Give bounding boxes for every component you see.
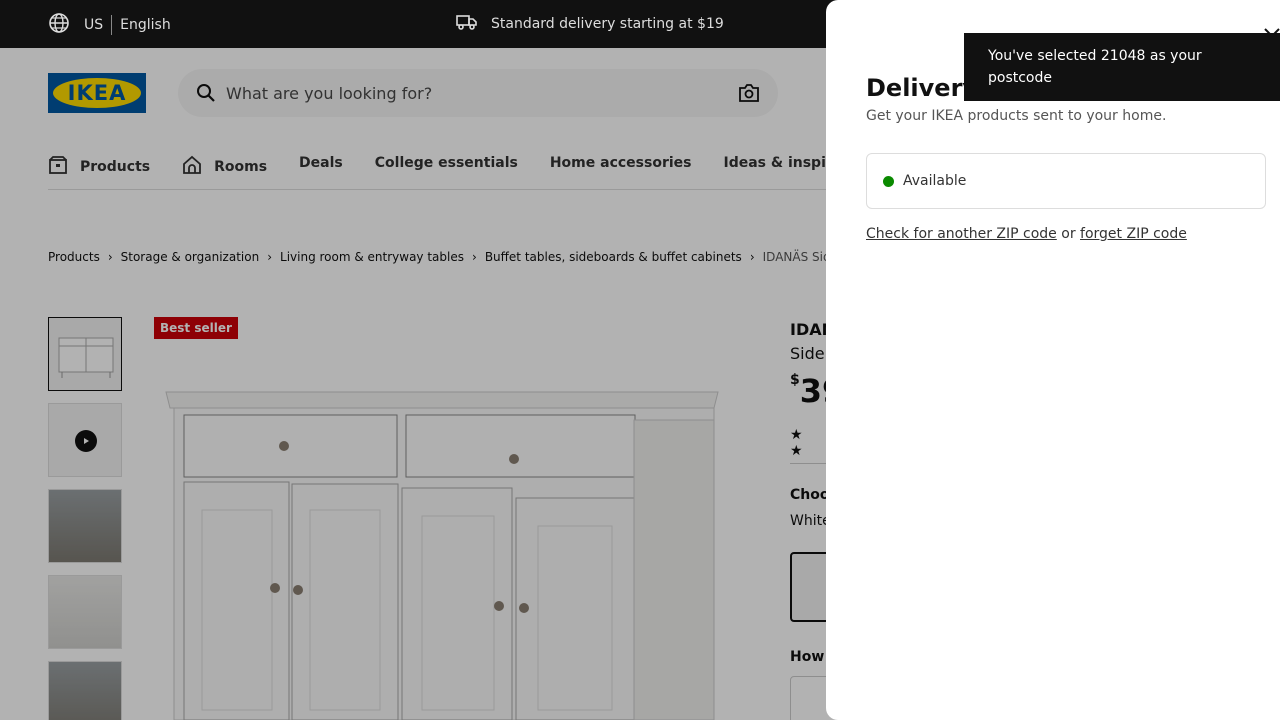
forget-zip-link[interactable]: forget ZIP code	[1080, 226, 1187, 242]
availability-label: Available	[903, 173, 967, 189]
country-label[interactable]: US	[84, 17, 103, 33]
postcode-toast: You've selected 21048 as your postcode	[964, 33, 1280, 101]
globe-icon	[48, 12, 84, 38]
zip-links: Check for another ZIP code or forget ZIP…	[866, 226, 1187, 242]
truck-icon	[456, 13, 491, 35]
check-another-zip-link[interactable]: Check for another ZIP code	[866, 226, 1057, 242]
available-status-dot	[883, 175, 894, 187]
locale-selector[interactable]: US English	[48, 12, 171, 38]
delivery-panel: Delivery Get your IKEA products sent to …	[826, 0, 1280, 720]
locale-divider	[111, 15, 113, 35]
panel-subtitle: Get your IKEA products sent to your home…	[866, 108, 1167, 124]
panel-title: Delivery	[866, 74, 979, 102]
delivery-banner[interactable]: Standard delivery starting at $19	[456, 13, 724, 35]
or-text: or	[1061, 226, 1076, 242]
delivery-text: Standard delivery starting at $19	[491, 16, 724, 32]
language-label[interactable]: English	[120, 17, 171, 33]
availability-box: Available	[866, 153, 1266, 209]
